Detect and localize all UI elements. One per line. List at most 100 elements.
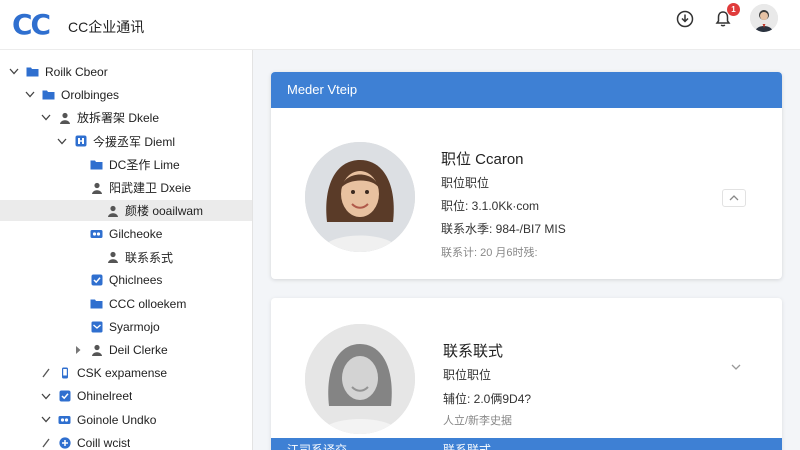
checkbox-icon [90, 274, 103, 286]
contact-meta: 联系计: 20 月6时残: [441, 247, 538, 259]
tree-item-label: Ohinelreet [77, 389, 133, 404]
contact-photo [305, 142, 415, 252]
group-icon [90, 228, 103, 240]
tree-item-label: Orolbinges [61, 87, 120, 102]
contact-card-secondary: 联系联式 职位职位 辅位: 2.0俩9D4? 人立/新李史据 江司系译交 联系联… [271, 298, 782, 450]
tree-item[interactable]: Goinole Undko [0, 409, 252, 430]
chevron-right-icon[interactable] [72, 344, 84, 356]
notification-badge: 1 [727, 3, 740, 16]
footer-label-right: 联系联式 [443, 443, 492, 450]
tree-item-label: Coill wcist [77, 435, 131, 450]
contact-meta-secondary: 人立/新李史据 [443, 415, 513, 427]
tree-item-label: Qhiclnees [109, 273, 163, 288]
tree-item-label: Gilcheoke [109, 226, 163, 241]
notifications-button[interactable]: 1 [710, 3, 740, 32]
tree-item[interactable]: Roilk Cbeor [0, 61, 252, 82]
person-icon [90, 182, 103, 194]
main-content: Meder Vteip 职位 Ccaron 职位职位 职位: 3.1.0Kk·c… [253, 50, 800, 450]
app-title: CC企业通讯 [68, 19, 145, 35]
tree-item-label: CCC olloekem [109, 296, 187, 311]
chevron-slash-icon[interactable] [40, 437, 52, 449]
tree-item[interactable]: Coill wcist [0, 432, 252, 450]
folder-icon [90, 298, 103, 310]
tree-item[interactable]: Orolbinges [0, 84, 252, 105]
tree-item-label: 联系系式 [125, 250, 174, 265]
tree-item[interactable]: CSK expamense [0, 363, 252, 384]
tree-item[interactable]: Syarmojo [0, 316, 252, 337]
contact-phone: 联系水季: 984-/BI7 MIS [441, 222, 566, 236]
portrait-icon [305, 142, 415, 252]
contact-photo-secondary [305, 324, 415, 434]
tree-item[interactable]: Gilcheoke [0, 223, 252, 244]
person-icon [90, 344, 103, 356]
portrait-icon [305, 324, 415, 434]
tree-item[interactable]: Ohinelreet [0, 386, 252, 407]
user-avatar[interactable] [750, 4, 778, 32]
chevron-down-icon[interactable] [24, 89, 36, 101]
person-icon [106, 205, 119, 217]
chevron-down-icon [731, 364, 741, 370]
card-footer-bar: 江司系译交 联系联式 [271, 438, 782, 450]
chevron-up-icon [729, 195, 739, 201]
tree-item[interactable]: Qhiclnees [0, 270, 252, 291]
avatar-icon [750, 4, 778, 32]
collapse-button[interactable] [722, 189, 746, 207]
org-tree-sidebar: Roilk Cbeor Orolbinges 放拆署架 Dkele 今援丞军 Diem… [0, 50, 253, 450]
download-icon [676, 10, 694, 28]
checkbox-icon [58, 390, 71, 402]
inbox-icon [90, 321, 103, 333]
contact-position-secondary: 职位职位 [443, 368, 492, 382]
tree-item[interactable]: 今援丞军 Dieml [0, 131, 252, 152]
expand-button[interactable] [726, 358, 746, 376]
tree-item-label: Deil Clerke [109, 342, 168, 357]
chevron-slash-icon[interactable] [40, 367, 52, 379]
contact-card: Meder Vteip 职位 Ccaron 职位职位 职位: 3.1.0Kk·c… [271, 72, 782, 279]
download-button[interactable] [672, 6, 698, 32]
tree-item-label: DC圣作 Lime [109, 157, 180, 172]
chevron-down-icon[interactable] [40, 390, 52, 402]
tree-item[interactable]: DC圣作 Lime [0, 154, 252, 175]
contact-position: 职位职位 [441, 176, 490, 190]
tree-item[interactable]: CCC olloekem [0, 293, 252, 314]
chevron-down-icon[interactable] [56, 135, 68, 147]
org-icon [74, 135, 87, 147]
phone-icon [58, 367, 71, 379]
contact-name: 职位 Ccaron [441, 151, 524, 168]
contact-email-secondary: 辅位: 2.0俩9D4? [443, 392, 532, 406]
folder-icon [42, 89, 55, 101]
contact-email: 职位: 3.1.0Kk·com [441, 199, 540, 213]
tree-item[interactable]: Deil Clerke [0, 339, 252, 360]
tree-item-label: Goinole Undko [77, 412, 157, 427]
tree-item-label: 颜楼 ooailwam [125, 204, 204, 219]
person-icon [58, 112, 71, 124]
tree-item[interactable]: 放拆署架 Dkele [0, 107, 252, 128]
tree-item-label: Syarmojo [109, 319, 160, 334]
folder-icon [26, 66, 39, 78]
app-logo: CC [12, 8, 51, 41]
group-icon [58, 414, 71, 426]
person-icon [106, 251, 119, 264]
tree-item-label: 阳武建卫 Dxeie [109, 181, 192, 195]
chevron-down-icon[interactable] [8, 66, 20, 78]
add-circle-icon [58, 437, 71, 449]
tree-item[interactable]: 联系系式 [0, 247, 252, 268]
top-bar: CC CC企业通讯 1 [0, 0, 800, 50]
tree-item[interactable]: 阳武建卫 Dxeie [0, 177, 252, 198]
tree-item-label: 放拆署架 Dkele [77, 111, 160, 126]
tree-item-label: 今援丞军 Dieml [93, 134, 176, 149]
contact-name-secondary: 联系联式 [443, 343, 504, 360]
chevron-down-icon[interactable] [40, 112, 52, 124]
footer-label-left: 江司系译交 [287, 443, 348, 450]
chevron-down-icon[interactable] [40, 414, 52, 426]
tree-item-label: CSK expamense [77, 366, 168, 381]
tree-item[interactable]: 颜楼 ooailwam [0, 200, 252, 222]
folder-icon [90, 158, 103, 170]
